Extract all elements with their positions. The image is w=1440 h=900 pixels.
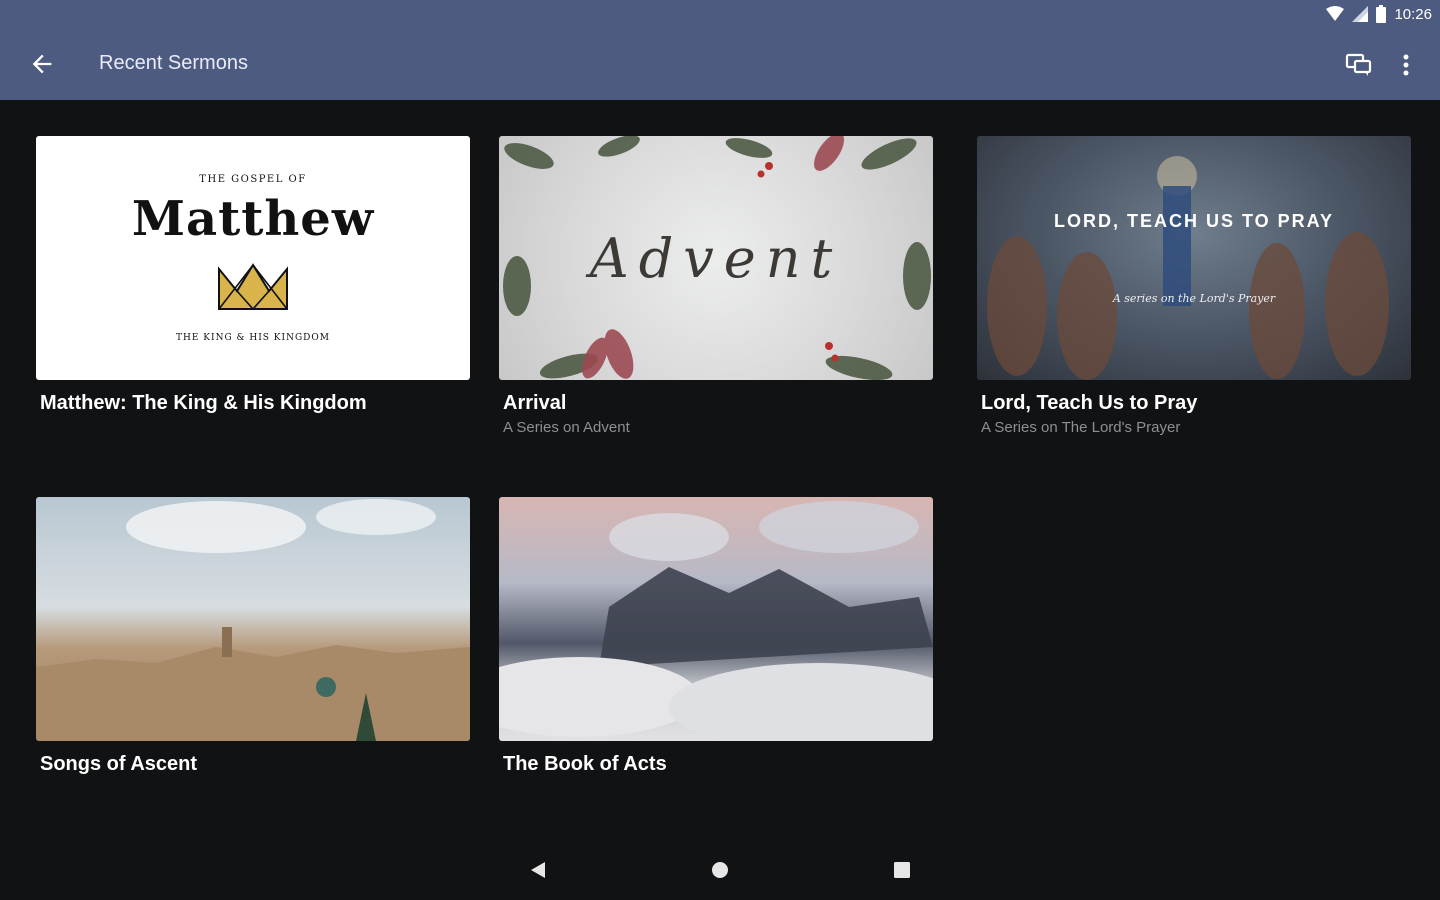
art-title: Matthew — [131, 190, 375, 247]
status-bar: 10:26 — [0, 0, 1440, 28]
app-bar: Recent Sermons — [0, 28, 1440, 100]
art-title: LORD, TEACH US TO PRAY — [1053, 211, 1335, 231]
signal-icon — [1352, 6, 1369, 22]
back-triangle-icon — [531, 862, 545, 878]
arrow-left-icon — [32, 54, 52, 74]
system-nav-bar — [0, 840, 1440, 900]
city-skyline — [36, 499, 470, 741]
sermon-card-arrival[interactable]: Advent Arrival A Series on Advent — [499, 136, 933, 436]
recents-square-icon — [894, 862, 910, 878]
sermon-thumbnail — [499, 497, 933, 741]
wifi-icon — [1326, 6, 1345, 21]
nav-back-button[interactable] — [528, 860, 548, 885]
sermon-thumbnail: Advent — [499, 136, 933, 380]
sermon-subtitle: A Series on Advent — [503, 419, 630, 436]
chat-button[interactable] — [1344, 50, 1374, 80]
sermon-title: Matthew: The King & His Kingdom — [40, 392, 367, 414]
sermon-title: Lord, Teach Us to Pray — [981, 392, 1198, 414]
sermon-card-ascent[interactable]: Songs of Ascent — [36, 497, 470, 776]
art-kicker: THE GOSPEL OF — [199, 173, 307, 185]
more-vert-icon — [1403, 54, 1409, 76]
battery-icon — [1376, 5, 1387, 23]
status-time: 10:26 — [1394, 5, 1432, 23]
art-script: A series on the Lord's Prayer — [1112, 292, 1276, 305]
painting-figures — [987, 156, 1389, 380]
sermon-card-pray[interactable]: LORD, TEACH US TO PRAY A series on the L… — [977, 136, 1411, 436]
mountain-clouds — [499, 501, 933, 741]
sermon-thumbnail — [36, 497, 470, 741]
chat-icon — [1345, 53, 1372, 76]
nav-recents-button[interactable] — [892, 860, 912, 885]
sermon-subtitle: A Series on The Lord's Prayer — [981, 419, 1181, 436]
more-options-button[interactable] — [1396, 50, 1416, 80]
status-icons: 10:26 — [1326, 5, 1432, 23]
crown-icon — [218, 262, 288, 310]
back-button[interactable] — [28, 50, 56, 78]
art-title: Advent — [589, 226, 843, 290]
sermon-title: Songs of Ascent — [40, 753, 198, 775]
sermon-title: Arrival — [503, 392, 567, 414]
nav-home-button[interactable] — [710, 860, 730, 885]
sermon-thumbnail: THE GOSPEL OF Matthew THE KING & HIS KIN… — [36, 136, 470, 380]
home-circle-icon — [712, 862, 728, 878]
sermon-card-acts[interactable]: The Book of Acts — [499, 497, 933, 776]
page-title: Recent Sermons — [99, 52, 248, 74]
sermon-card-matthew[interactable]: THE GOSPEL OF Matthew THE KING & HIS KIN… — [36, 136, 470, 415]
sermon-thumbnail: LORD, TEACH US TO PRAY A series on the L… — [977, 136, 1411, 380]
art-footer: THE KING & HIS KINGDOM — [176, 332, 330, 343]
sermon-title: The Book of Acts — [503, 753, 667, 775]
